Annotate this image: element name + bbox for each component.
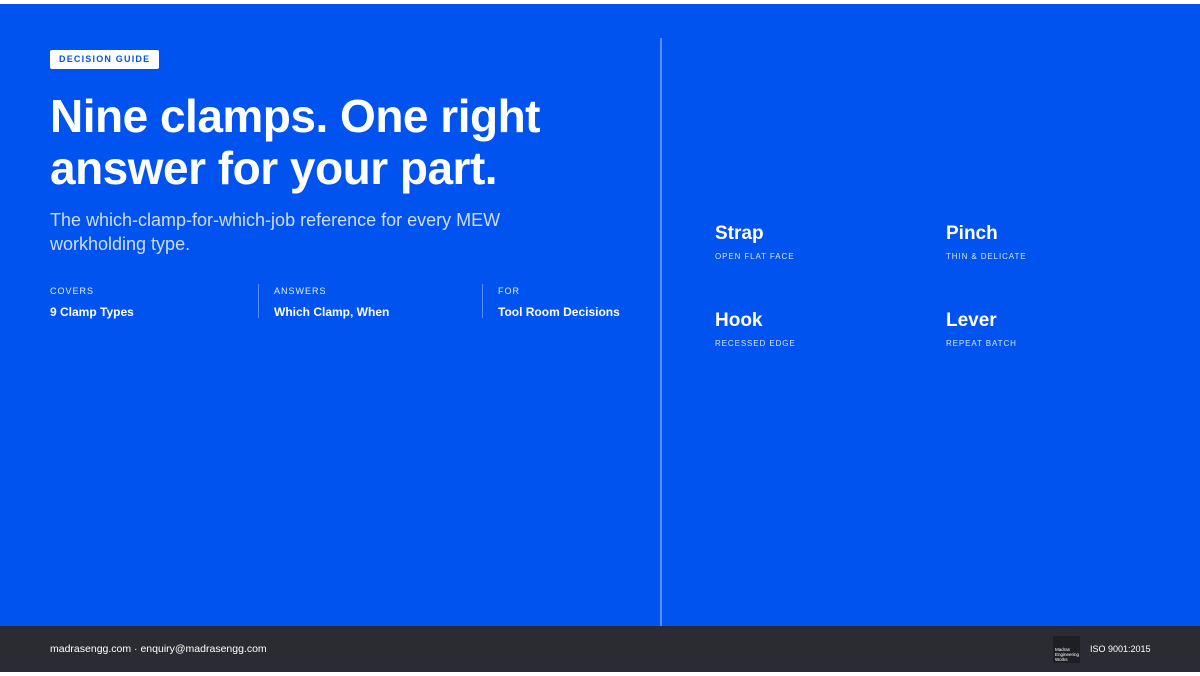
page-title: Nine clamps. One right answer for your p… [50, 90, 541, 194]
meta-value: Which Clamp, When [274, 305, 390, 319]
iso-certification: ISO 9001:2015 [1090, 644, 1151, 654]
page-subtitle: The which-clamp-for-which-job reference … [50, 210, 501, 254]
decision-guide-badge: DECISION GUIDE [50, 50, 160, 69]
footer: madrasengg.com · enquiry@madrasengg.com … [0, 626, 1200, 672]
guide-meta: COVERS 9 Clamp Types ANSWERS Which Clamp… [50, 284, 648, 319]
footer-contact: madrasengg.com · enquiry@madrasengg.com [50, 643, 267, 655]
meta-label: FOR [498, 286, 520, 296]
clamp-type-desc: THIN & DELICATE [946, 252, 1027, 261]
logo-line: Works [1055, 657, 1068, 662]
bottom-border [0, 672, 1200, 676]
clamp-type-name: Lever [946, 310, 997, 331]
meta-label: COVERS [50, 286, 95, 296]
clamp-type-strap: Strap OPEN FLAT FACE [715, 222, 935, 262]
vertical-divider [660, 38, 662, 626]
meta-value: 9 Clamp Types [50, 305, 134, 319]
clamp-type-name: Pinch [946, 223, 998, 244]
meta-value: Tool Room Decisions [498, 305, 620, 319]
meta-for: FOR Tool Room Decisions [482, 284, 648, 319]
clamp-type-name: Hook [715, 310, 763, 331]
meta-covers: COVERS 9 Clamp Types [50, 284, 258, 319]
company-logo: Madras Engineering Works [1053, 636, 1080, 663]
clamp-type-desc: OPEN FLAT FACE [715, 252, 795, 261]
clamp-type-desc: RECESSED EDGE [715, 339, 796, 348]
clamp-type-lever: Lever REPEAT BATCH [946, 309, 1166, 349]
meta-answers: ANSWERS Which Clamp, When [258, 284, 482, 319]
guide-cover: DECISION GUIDE Nine clamps. One right an… [0, 4, 1200, 626]
clamp-type-hook: Hook RECESSED EDGE [715, 309, 935, 349]
meta-label: ANSWERS [274, 286, 327, 296]
clamp-type-name: Strap [715, 223, 764, 244]
clamp-type-pinch: Pinch THIN & DELICATE [946, 222, 1166, 262]
clamp-type-desc: REPEAT BATCH [946, 339, 1017, 348]
